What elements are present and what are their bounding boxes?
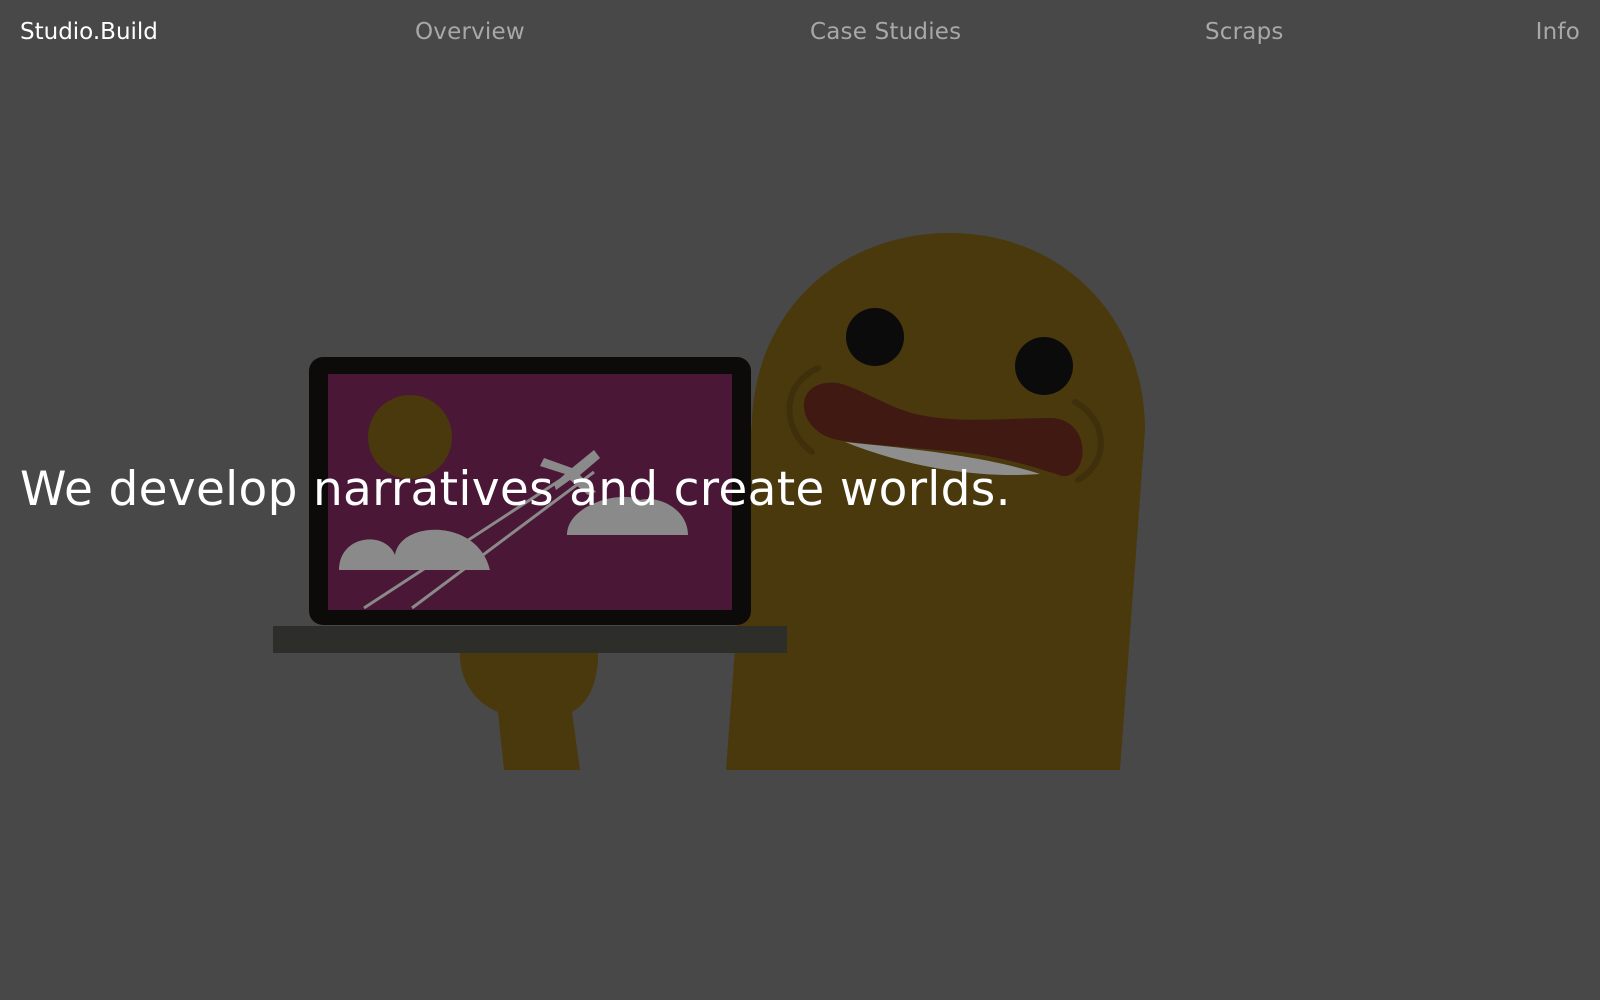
top-navigation: Studio.Build Overview Case Studies Scrap…	[0, 0, 1600, 64]
brand-logo-link[interactable]: Studio.Build	[20, 16, 158, 48]
nav-item-info[interactable]: Info	[1536, 16, 1580, 48]
laptop-base	[273, 626, 787, 653]
character-right-eye	[1015, 337, 1073, 395]
hero-headline: We develop narratives and create worlds.	[20, 462, 1011, 517]
character-left-eye	[846, 308, 904, 366]
nav-item-overview[interactable]: Overview	[415, 16, 525, 48]
nav-item-scraps[interactable]: Scraps	[1205, 16, 1284, 48]
nav-item-case-studies[interactable]: Case Studies	[810, 16, 961, 48]
character-arm	[460, 640, 598, 770]
page: Studio.Build Overview Case Studies Scrap…	[0, 0, 1600, 1000]
